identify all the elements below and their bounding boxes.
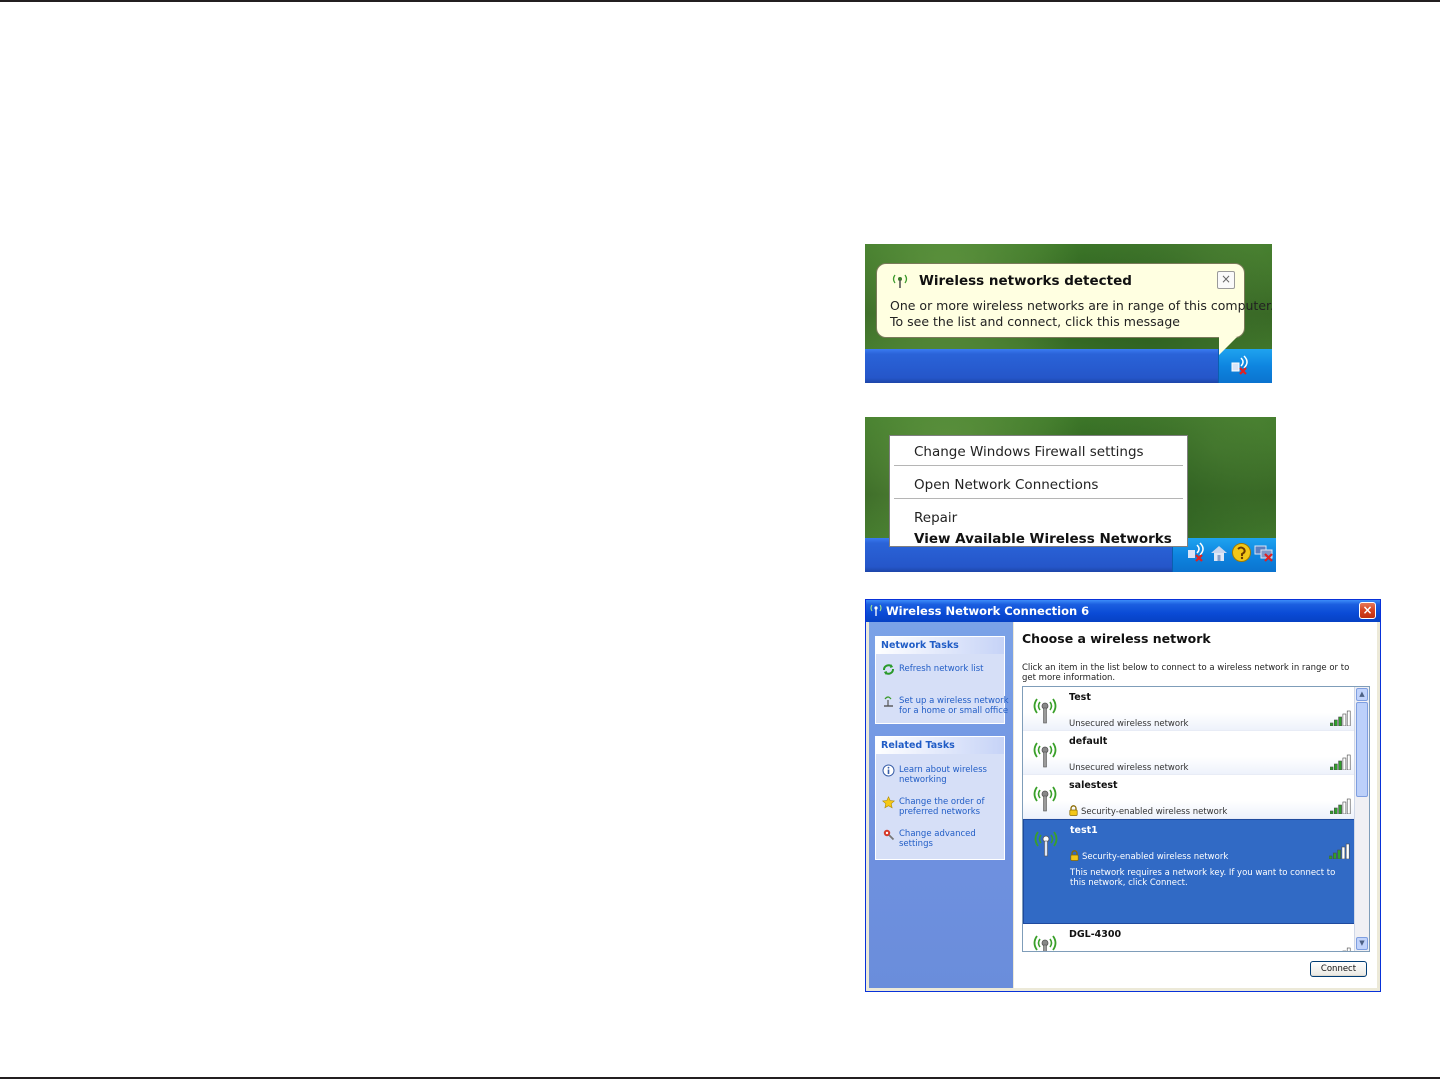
- main-description: Click an item in the list below to conne…: [1022, 663, 1350, 683]
- tray-context-menu: Change Windows Firewall settings Open Ne…: [889, 435, 1188, 547]
- wireless-network-list[interactable]: Test Unsecured wireless network default Uns…: [1022, 686, 1370, 952]
- star-icon: [882, 796, 895, 809]
- wireless-balloon[interactable]: Wireless networks detected × One or more…: [876, 263, 1272, 338]
- refresh-icon: [883, 664, 894, 675]
- network-tasks-panel: Network Tasks Refresh network list Set u…: [875, 636, 1009, 724]
- network-item[interactable]: DGL-4300: [1023, 924, 1356, 951]
- signal-strength-icon: [1329, 843, 1350, 859]
- balloon-screenshot: Wireless networks detected × One or more…: [865, 244, 1272, 383]
- network-name: salestest: [1069, 780, 1118, 791]
- context-menu-screenshot: Change Windows Firewall settings Open Ne…: [865, 417, 1276, 572]
- network-item[interactable]: test1 Security-enabled wireless network Th…: [1023, 819, 1356, 924]
- menu-separator: [894, 498, 1183, 499]
- learn-about-wireless-line-1: Learn about wireless: [899, 765, 987, 775]
- network-name: default: [1069, 736, 1108, 747]
- refresh-network-list-link[interactable]: Refresh network list: [899, 664, 984, 674]
- menu-item-repair[interactable]: Repair: [914, 510, 957, 526]
- balloon-close-button[interactable]: ×: [1217, 271, 1235, 289]
- signal-strength-icon: [1342, 947, 1351, 951]
- network-item[interactable]: salestest Security-enabled wireless netwo…: [1023, 775, 1356, 819]
- network-disconnected-icon[interactable]: [1253, 542, 1274, 563]
- signal-strength-icon: [1330, 798, 1351, 814]
- scroll-thumb[interactable]: [1356, 702, 1368, 797]
- balloon-message-line-2: To see the list and connect, click this …: [890, 314, 1180, 329]
- wireless-antenna-icon: [1033, 742, 1057, 768]
- wireless-antenna-icon: [1033, 935, 1057, 951]
- network-key-message: This network requires a network key. If …: [1070, 868, 1336, 888]
- related-tasks-heading: Related Tasks: [876, 737, 1004, 754]
- lock-icon: [1070, 850, 1079, 861]
- balloon-title: Wireless networks detected: [919, 273, 1132, 289]
- signal-strength-icon: [1330, 710, 1351, 726]
- balloon-tail: [1219, 337, 1237, 355]
- balloon-message-line-1: One or more wireless networks are in ran…: [890, 298, 1272, 313]
- network-name: test1: [1070, 825, 1098, 836]
- wireless-antenna-icon: [1033, 786, 1057, 812]
- main-content: Choose a wireless network Click an item …: [1014, 622, 1377, 988]
- change-preferred-order-link[interactable]: Change the order of preferred networks: [899, 797, 984, 817]
- window-titlebar[interactable]: Wireless Network Connection 6 ×: [866, 600, 1380, 622]
- wireless-setup-icon: [884, 696, 893, 707]
- menu-item-firewall-settings[interactable]: Change Windows Firewall settings: [914, 444, 1144, 460]
- change-advanced-settings-line-2: settings: [899, 839, 933, 849]
- learn-about-wireless-line-2: networking: [899, 775, 947, 785]
- wireless-disconnected-tray-icon[interactable]: [1185, 541, 1207, 563]
- connect-button[interactable]: Connect: [1310, 961, 1367, 977]
- wireless-antenna-icon: [870, 604, 882, 616]
- setup-wireless-network-line-1: Set up a wireless network: [899, 696, 1009, 706]
- home-icon[interactable]: [1209, 543, 1229, 563]
- network-security-status: Unsecured wireless network: [1069, 763, 1189, 773]
- network-security-status: Security-enabled wireless network: [1082, 852, 1229, 862]
- security-alert-icon[interactable]: [1231, 542, 1252, 563]
- signal-strength-icon: [1330, 754, 1351, 770]
- change-preferred-order-line-1: Change the order of: [899, 797, 985, 807]
- network-list-scrollbar[interactable]: ▲ ▼: [1354, 687, 1369, 951]
- change-advanced-settings-link[interactable]: Change advanced settings: [899, 829, 976, 849]
- network-security-status: Unsecured wireless network: [1069, 719, 1189, 729]
- network-name: Test: [1069, 692, 1091, 703]
- task-pane: Network Tasks Refresh network list Set u…: [869, 622, 1013, 988]
- wireless-disconnected-tray-icon[interactable]: [1229, 354, 1251, 376]
- bottom-rule: [0, 1077, 1440, 1079]
- info-icon: [882, 764, 895, 777]
- advanced-settings-icon: [883, 829, 895, 841]
- network-item[interactable]: Test Unsecured wireless network: [1023, 687, 1356, 731]
- top-rule: [0, 0, 1440, 2]
- network-security-status: Security-enabled wireless network: [1081, 807, 1228, 817]
- change-preferred-order-line-2: preferred networks: [899, 807, 981, 817]
- change-advanced-settings-line-1: Change advanced: [899, 829, 976, 839]
- scroll-up-button[interactable]: ▲: [1356, 688, 1368, 701]
- wireless-antenna-icon: [892, 274, 908, 288]
- scroll-down-button[interactable]: ▼: [1356, 937, 1368, 950]
- main-title: Choose a wireless network: [1022, 631, 1211, 646]
- learn-about-wireless-link[interactable]: Learn about wireless networking: [899, 765, 987, 785]
- lock-icon: [1069, 805, 1078, 816]
- related-tasks-panel: Related Tasks Learn about wireless netwo…: [875, 736, 1005, 860]
- menu-separator: [894, 465, 1183, 466]
- window-title: Wireless Network Connection 6: [886, 604, 1090, 618]
- network-name: DGL-4300: [1069, 929, 1122, 940]
- wireless-antenna-icon: [1034, 831, 1058, 857]
- network-item[interactable]: default Unsecured wireless network: [1023, 731, 1356, 775]
- setup-wireless-network-line-2: for a home or small office: [899, 706, 1009, 716]
- network-tasks-heading: Network Tasks: [876, 637, 1004, 654]
- menu-item-open-network-connections[interactable]: Open Network Connections: [914, 477, 1098, 493]
- wireless-network-connection-window: Wireless Network Connection 6 × Network …: [865, 599, 1381, 992]
- wireless-antenna-icon: [1033, 698, 1057, 724]
- setup-wireless-network-link[interactable]: Set up a wireless network for a home or …: [899, 696, 1009, 716]
- menu-item-view-available-wireless-networks[interactable]: View Available Wireless Networks: [914, 531, 1172, 547]
- window-close-button[interactable]: ×: [1359, 602, 1376, 619]
- taskbar: [865, 349, 1272, 383]
